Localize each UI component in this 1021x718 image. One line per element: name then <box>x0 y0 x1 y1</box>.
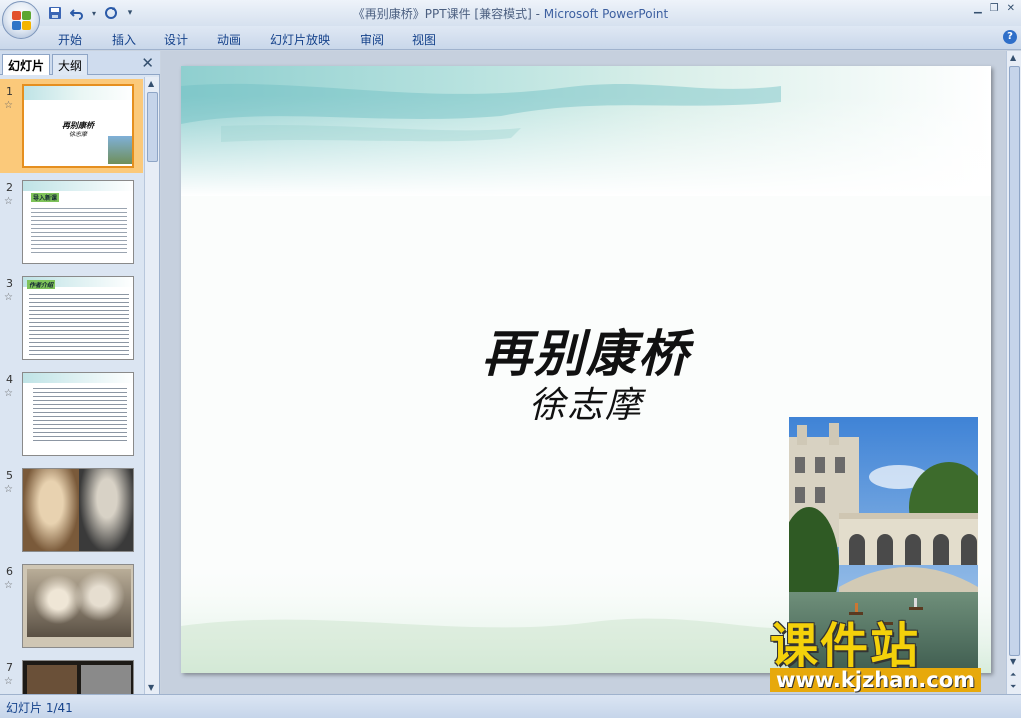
transition-star-icon: ☆ <box>4 196 13 207</box>
transition-star-icon: ☆ <box>4 484 13 495</box>
thumb-photo <box>108 136 132 164</box>
thumb-photo <box>81 665 131 694</box>
app-name: Microsoft PowerPoint <box>543 7 669 21</box>
thumbnail-scrollbar[interactable]: ▲ ▼ <box>144 77 159 694</box>
slide-preview <box>22 660 134 694</box>
slide-preview: 导入新课 <box>22 180 134 264</box>
transition-star-icon: ☆ <box>4 676 13 687</box>
close-window-icon[interactable]: ✕ <box>1007 3 1015 14</box>
thumb-text-lines <box>33 385 127 443</box>
slide-preview: 作者介绍 <box>22 276 134 360</box>
scrollbar-thumb[interactable] <box>147 92 158 162</box>
window-title: 《再别康桥》PPT课件 [兼容模式] - Microsoft PowerPoin… <box>0 5 1021 22</box>
tab-insert[interactable]: 插入 <box>112 31 136 48</box>
tab-view[interactable]: 视图 <box>412 31 436 48</box>
transition-star-icon: ☆ <box>4 292 13 303</box>
thumb-header-band <box>23 373 133 383</box>
thumbnail-list: 1 ☆ 再别康桥 徐志摩 2 ☆ 导入新课 3 ☆ 作者介绍 4 ☆ 5 ☆ 6… <box>0 77 143 694</box>
slide-number: 5 <box>6 469 13 482</box>
slide-counter: 幻灯片 1/41 <box>6 701 73 715</box>
slide-preview <box>22 372 134 456</box>
window-controls: ▁ ❐ ✕ <box>974 3 1015 14</box>
slide-preview: 再别康桥 徐志摩 <box>22 84 134 168</box>
transition-star-icon: ☆ <box>4 388 13 399</box>
thumb-text-lines <box>29 291 129 355</box>
slide-number: 4 <box>6 373 13 386</box>
scroll-up-icon[interactable]: ▲ <box>148 79 154 88</box>
tab-design[interactable]: 设计 <box>164 31 188 48</box>
tab-slides[interactable]: 幻灯片 <box>2 54 51 75</box>
next-slide-icon[interactable]: ⏷ <box>1010 682 1016 692</box>
slide-thumbnail-3[interactable]: 3 ☆ 作者介绍 <box>0 271 143 365</box>
help-icon[interactable]: ? <box>1003 30 1017 44</box>
slide-number: 7 <box>6 661 13 674</box>
tab-outline[interactable]: 大纲 <box>52 54 89 75</box>
slide-editor: 再别康桥 徐志摩 <box>161 51 1006 694</box>
site-watermark: 课件站 www.kjzhan.com <box>770 618 1010 696</box>
editor-scrollbar[interactable]: ▲ ▼ ⏶ ⏷ <box>1006 51 1021 694</box>
thumb-header-band <box>24 86 132 100</box>
thumb-heading: 作者介绍 <box>27 280 56 289</box>
slide-number: 6 <box>6 565 13 578</box>
previous-slide-icon[interactable]: ⏶ <box>1010 670 1016 680</box>
status-bar: 幻灯片 1/41 <box>0 694 1021 718</box>
title-separator: - <box>531 7 544 21</box>
tab-review[interactable]: 审阅 <box>360 31 384 48</box>
slide-preview <box>22 564 134 648</box>
slide-thumbnail-4[interactable]: 4 ☆ <box>0 367 143 461</box>
thumb-header-band <box>23 181 133 191</box>
watermark-text: 课件站 <box>770 618 921 674</box>
thumb-portrait-photo <box>79 469 133 551</box>
tab-slideshow[interactable]: 幻灯片放映 <box>270 31 330 48</box>
watermark-url: www.kjzhan.com <box>770 668 982 692</box>
transition-star-icon: ☆ <box>4 100 13 111</box>
thumb-couple-photo <box>27 569 131 637</box>
slide-thumbnail-7[interactable]: 7 ☆ <box>0 655 143 694</box>
close-panel-icon[interactable]: ✕ <box>141 54 154 72</box>
document-title: 《再别康桥》PPT课件 [兼容模式] <box>352 7 532 21</box>
slide-thumbnail-6[interactable]: 6 ☆ <box>0 559 143 653</box>
slide-thumbnail-2[interactable]: 2 ☆ 导入新课 <box>0 175 143 269</box>
slide-preview <box>22 468 134 552</box>
office-button[interactable] <box>2 1 40 39</box>
restore-icon[interactable]: ❐ <box>990 3 999 14</box>
slide-thumbnail-1[interactable]: 1 ☆ 再别康桥 徐志摩 <box>0 79 143 173</box>
transition-star-icon: ☆ <box>4 580 13 591</box>
scrollbar-thumb[interactable] <box>1009 66 1020 656</box>
thumb-portrait-photo <box>23 469 79 551</box>
current-slide[interactable]: 再别康桥 徐志摩 <box>181 66 991 673</box>
slide-number: 3 <box>6 277 13 290</box>
slides-panel: 幻灯片 大纲 ✕ 1 ☆ 再别康桥 徐志摩 2 ☆ 导入新课 3 ☆ 作者介绍 … <box>0 51 160 694</box>
tab-animations[interactable]: 动画 <box>217 31 241 48</box>
thumb-text-lines <box>31 205 127 253</box>
thumb-heading: 导入新课 <box>31 193 60 202</box>
slide-number: 2 <box>6 181 13 194</box>
thumb-photo <box>27 665 77 694</box>
title-bar: ▾ ▾ 《再别康桥》PPT课件 [兼容模式] - Microsoft Power… <box>0 0 1021 26</box>
slide-number: 1 <box>6 85 13 98</box>
tab-home[interactable]: 开始 <box>58 31 82 48</box>
office-logo-icon <box>12 11 32 31</box>
panel-tab-strip: 幻灯片 大纲 ✕ <box>0 51 160 75</box>
slide-thumbnail-5[interactable]: 5 ☆ <box>0 463 143 557</box>
scroll-down-icon[interactable]: ▼ <box>1010 657 1016 666</box>
scroll-down-icon[interactable]: ▼ <box>148 683 154 692</box>
ribbon-tabs: 开始 插入 设计 动画 幻灯片放映 审阅 视图 ? <box>0 26 1021 50</box>
minimize-icon[interactable]: ▁ <box>974 3 982 14</box>
scroll-up-icon[interactable]: ▲ <box>1010 53 1016 62</box>
